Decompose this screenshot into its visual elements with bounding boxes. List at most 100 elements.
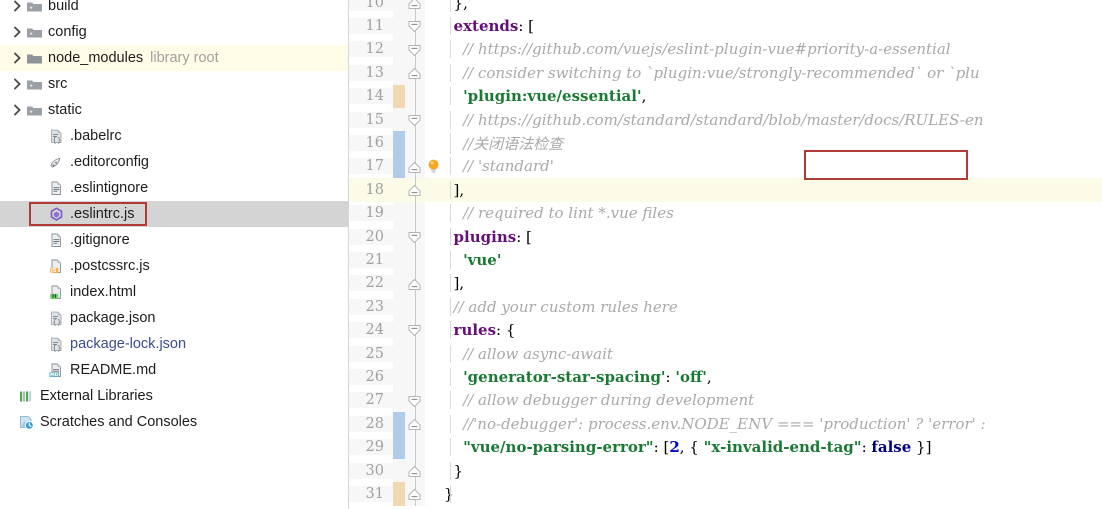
code-line-text[interactable]: rules: { [442, 321, 1102, 340]
fold-end-icon[interactable] [407, 183, 422, 197]
code-line-24[interactable]: 24 rules: { [349, 318, 1102, 342]
fold-end-icon[interactable] [407, 277, 422, 290]
tree-item-readme-md[interactable]: MD README.md [0, 357, 348, 383]
change-marker[interactable] [393, 154, 405, 179]
fold-end-icon[interactable] [407, 464, 422, 477]
code-line-text[interactable]: // 'standard' [442, 157, 1102, 176]
tree-item-eslintrc-js[interactable]: .eslintrc.js [0, 201, 348, 227]
code-line-text[interactable]: } [442, 461, 1102, 480]
project-tree[interactable]: build config node_modules library root src st… [0, 0, 348, 435]
chevron-right-icon[interactable] [8, 0, 26, 15]
code-line-21[interactable]: 21 'vue' [349, 248, 1102, 272]
code-line-text[interactable]: } [442, 484, 1102, 503]
code-line-26[interactable]: 26 'generator-star-spacing': 'off', [349, 365, 1102, 389]
fold-gutter[interactable] [405, 107, 425, 132]
code-line-text[interactable]: 'generator-star-spacing': 'off', [442, 367, 1102, 386]
fold-gutter[interactable] [405, 388, 425, 413]
code-line-text[interactable]: //关闭语法检查 [442, 132, 1102, 154]
fold-end-icon[interactable] [407, 66, 422, 80]
change-marker[interactable] [393, 482, 405, 506]
fold-end-icon[interactable] [407, 487, 422, 501]
code-line-text[interactable]: // required to lint *.vue files [442, 204, 1102, 223]
tree-item-editorconfig[interactable]: .editorconfig [0, 149, 348, 175]
change-marker[interactable] [393, 435, 405, 459]
code-line-text[interactable]: "vue/no-parsing-error": [2, { "x-invalid… [442, 438, 1102, 457]
chevron-right-icon[interactable] [8, 23, 26, 41]
fold-start-icon[interactable] [407, 323, 422, 337]
code-line-22[interactable]: 22 ], [349, 271, 1102, 296]
code-line-text[interactable]: // consider switching to `plugin:vue/str… [442, 63, 1102, 82]
tree-item-package-json[interactable]: {} package.json [0, 305, 348, 331]
code-line-29[interactable]: 29 "vue/no-parsing-error": [2, { "x-inva… [349, 435, 1102, 459]
fold-end-icon[interactable] [407, 417, 422, 431]
fold-gutter[interactable] [405, 178, 425, 202]
fold-start-icon[interactable] [407, 113, 422, 127]
fold-start-icon[interactable] [407, 43, 422, 56]
fold-gutter[interactable] [405, 412, 425, 436]
fold-gutter[interactable] [405, 318, 425, 342]
code-lines[interactable]: 10 }, 11 extends: [12 // https://github.c… [349, 0, 1102, 506]
code-line-text[interactable]: 'vue' [442, 250, 1102, 269]
code-line-27[interactable]: 27 // allow debugger during development [349, 388, 1102, 413]
code-line-10[interactable]: 10 }, [349, 0, 1102, 15]
tree-item-src[interactable]: src [0, 71, 348, 97]
tree-item-static[interactable]: static [0, 97, 348, 123]
code-line-25[interactable]: 25 // allow async-await [349, 341, 1102, 366]
fold-end-icon[interactable] [407, 0, 422, 9]
tree-item-node-modules[interactable]: node_modules library root [0, 45, 348, 71]
code-line-19[interactable]: 19 // required to lint *.vue files [349, 201, 1102, 225]
fold-gutter[interactable] [405, 224, 425, 249]
tree-item-config[interactable]: config [0, 19, 348, 45]
code-line-text[interactable]: }, [442, 0, 1102, 12]
fold-start-icon[interactable] [407, 230, 422, 244]
code-line-31[interactable]: 31} [349, 482, 1102, 506]
code-line-text[interactable]: // https://github.com/vuejs/eslint-plugi… [442, 40, 1102, 59]
code-line-12[interactable]: 12 // https://github.com/vuejs/eslint-pl… [349, 37, 1102, 62]
code-line-23[interactable]: 23 // add your custom rules here [349, 295, 1102, 319]
code-line-11[interactable]: 11 extends: [ [349, 14, 1102, 38]
fold-start-icon[interactable] [407, 394, 422, 407]
tree-item-scratches-and-consoles[interactable]: Scratches and Consoles [0, 409, 348, 435]
tree-item-eslintignore[interactable]: .eslintignore [0, 175, 348, 201]
code-line-30[interactable]: 30 } [349, 458, 1102, 483]
code-line-text[interactable]: extends: [ [442, 17, 1102, 36]
fold-gutter[interactable] [405, 37, 425, 62]
code-line-text[interactable]: //'no-debugger': process.env.NODE_ENV ==… [442, 414, 1102, 433]
code-line-17[interactable]: 17 // 'standard' [349, 154, 1102, 179]
fold-gutter[interactable] [405, 154, 425, 179]
tree-item-babelrc[interactable]: {} .babelrc [0, 123, 348, 149]
code-line-text[interactable]: // https://github.com/standard/standard/… [442, 110, 1102, 129]
change-marker[interactable] [393, 84, 405, 108]
code-line-16[interactable]: 16 //关闭语法检查 [349, 131, 1102, 155]
chevron-right-icon[interactable] [8, 75, 26, 93]
fold-gutter[interactable] [405, 14, 425, 38]
fold-end-icon[interactable] [407, 160, 422, 173]
tree-item-postcssrc-js[interactable]: JS .postcssrc.js [0, 253, 348, 279]
code-line-14[interactable]: 14 'plugin:vue/essential', [349, 84, 1102, 108]
fold-gutter[interactable] [405, 482, 425, 506]
code-line-text[interactable]: 'plugin:vue/essential', [442, 87, 1102, 106]
change-marker[interactable] [393, 412, 405, 436]
project-tool-window[interactable]: build config node_modules library root src st… [0, 0, 349, 509]
intention-gutter[interactable] [425, 154, 442, 179]
code-line-text[interactable]: // add your custom rules here [442, 297, 1102, 316]
code-line-text[interactable]: ], [442, 274, 1102, 293]
fold-gutter[interactable] [405, 0, 425, 15]
code-line-text[interactable]: // allow debugger during development [442, 391, 1102, 410]
code-line-15[interactable]: 15 // https://github.com/standard/standa… [349, 107, 1102, 132]
chevron-right-icon[interactable] [8, 49, 26, 67]
change-marker[interactable] [393, 131, 405, 155]
tree-item-package-lock-json[interactable]: {} package-lock.json [0, 331, 348, 357]
lightbulb-icon[interactable] [426, 158, 441, 175]
code-line-28[interactable]: 28 //'no-debugger': process.env.NODE_ENV… [349, 412, 1102, 436]
fold-gutter[interactable] [405, 61, 425, 85]
tree-item-gitignore[interactable]: .gitignore [0, 227, 348, 253]
fold-gutter[interactable] [405, 458, 425, 483]
code-line-text[interactable]: // allow async-await [442, 344, 1102, 363]
code-line-13[interactable]: 13 // consider switching to `plugin:vue/… [349, 61, 1102, 85]
fold-start-icon[interactable] [407, 19, 422, 33]
tree-item-external-libraries[interactable]: External Libraries [0, 383, 348, 409]
tree-item-index-html[interactable]: Hindex.html [0, 279, 348, 305]
code-line-text[interactable]: ], [442, 180, 1102, 199]
fold-gutter[interactable] [405, 271, 425, 296]
